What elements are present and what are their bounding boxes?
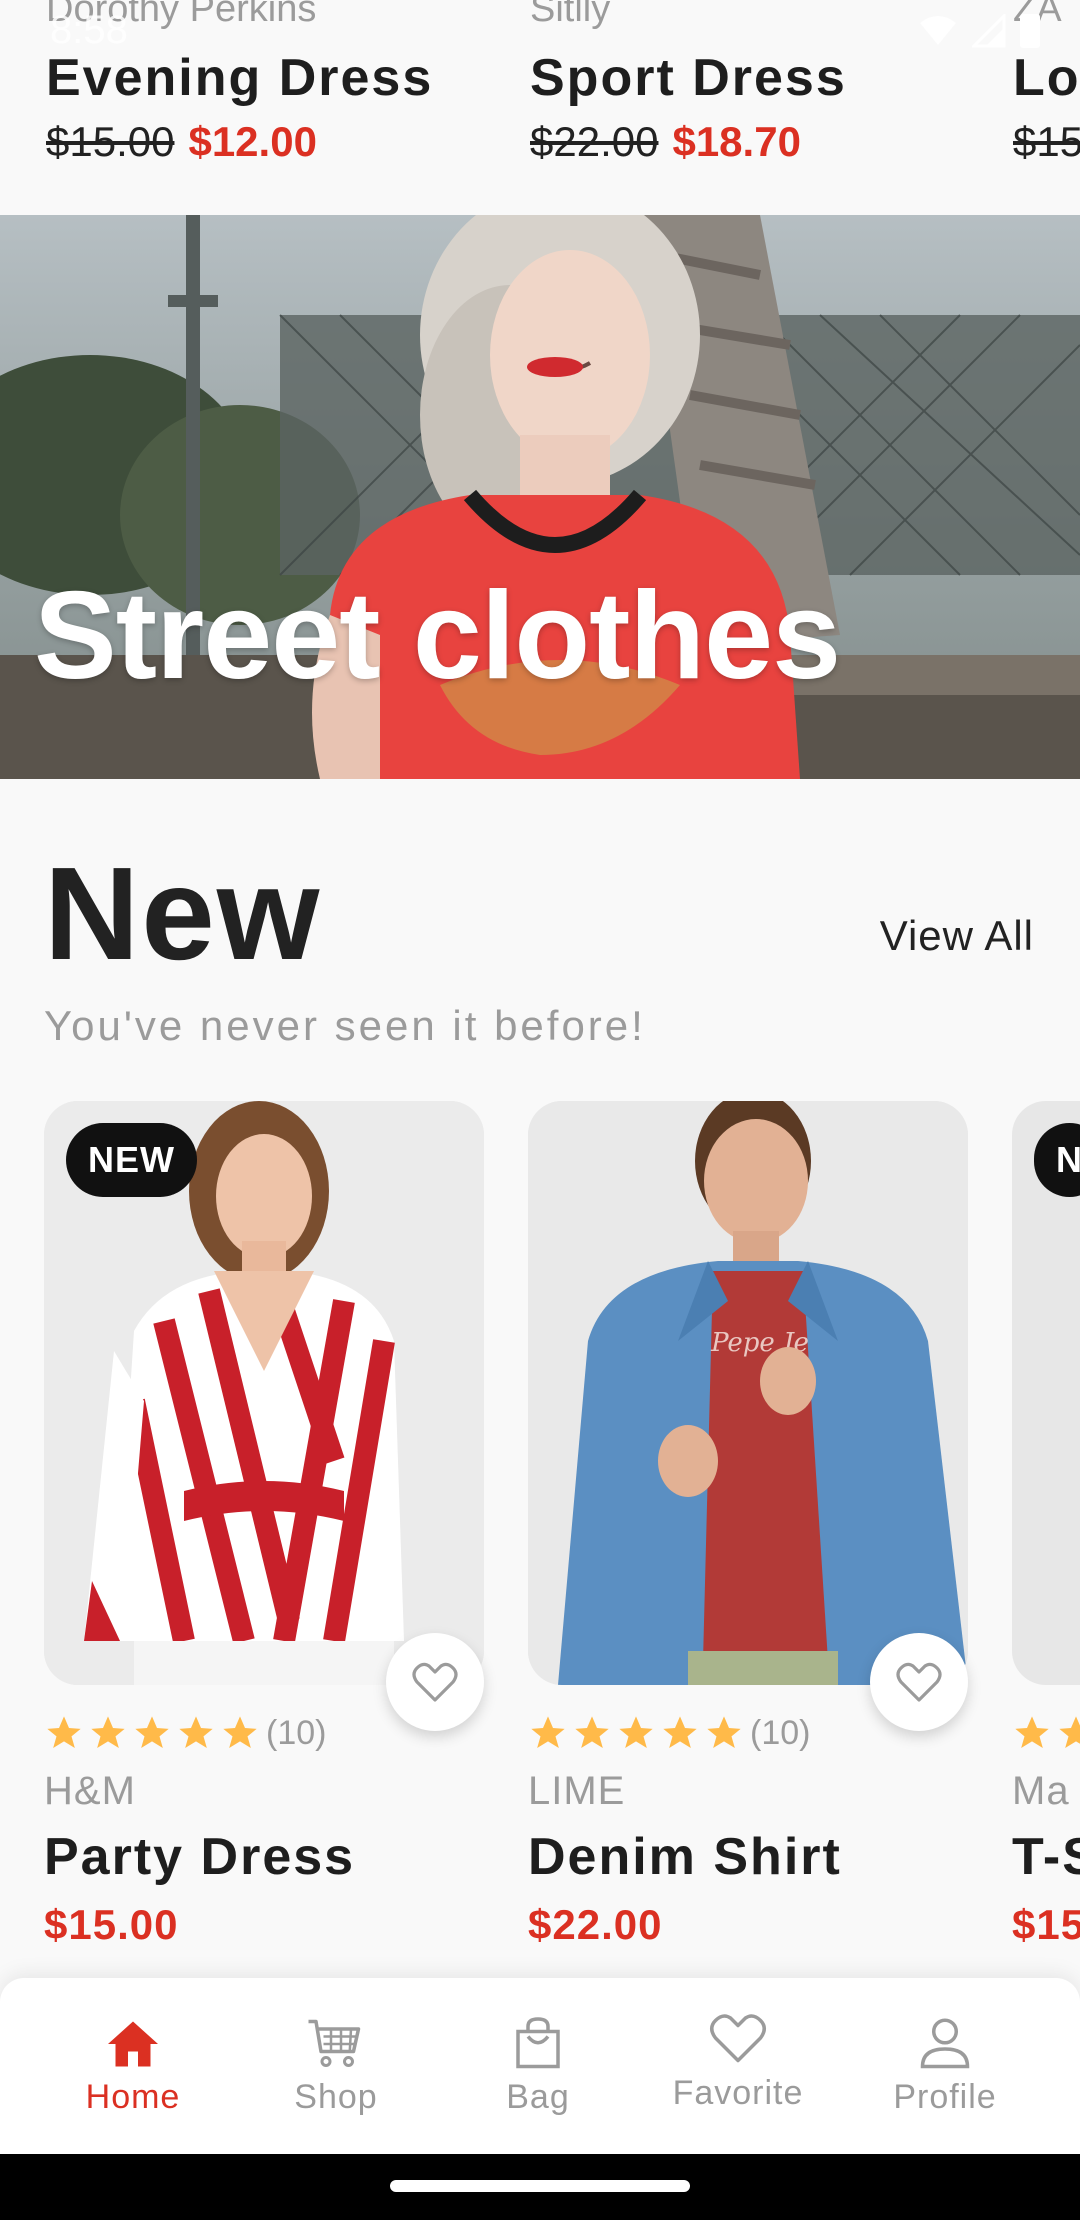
product-brand: LIME <box>528 1769 626 1813</box>
product-card[interactable]: Pepe Je (10) LIME Denim Shirt $22.00 <box>528 1101 968 1948</box>
sale-price: $12.00 <box>188 118 317 165</box>
favorite-button[interactable] <box>386 1633 484 1731</box>
rating-count: (10) <box>750 1713 811 1752</box>
bag-icon <box>516 2017 560 2069</box>
product-image[interactable]: NEW <box>44 1101 484 1685</box>
product-card[interactable]: N Ma T-S $15 <box>1012 1101 1080 1948</box>
heart-icon <box>710 2014 766 2063</box>
product-brand: H&M <box>44 1769 136 1813</box>
product-photo: Pepe Je <box>528 1101 968 1685</box>
nav-label: Shop <box>294 2078 378 2116</box>
home-icon <box>108 2021 158 2067</box>
battery-icon <box>1020 14 1040 48</box>
star-icon <box>1015 1716 1049 1748</box>
star-icon <box>663 1716 697 1748</box>
star-icon <box>707 1716 741 1748</box>
favorite-button[interactable] <box>870 1633 968 1731</box>
star-icon <box>135 1716 169 1748</box>
heart-icon <box>896 1662 942 1702</box>
home-screen: Dorothy Perkins Evening Dress $15.00 $12.… <box>0 0 1080 2220</box>
home-gesture-handle[interactable] <box>390 2180 690 2192</box>
new-badge: N <box>1034 1123 1080 1197</box>
star-icon <box>1059 1716 1080 1748</box>
nav-label: Bag <box>506 2078 570 2116</box>
old-price: $15 <box>1013 118 1080 165</box>
product-price: $15 <box>1012 1901 1080 1948</box>
product-price: $15.00 <box>44 1901 179 1948</box>
heart-icon <box>412 1662 458 1702</box>
status-bar: 8:58 <box>0 0 1080 60</box>
view-all-link[interactable]: View All <box>880 912 1034 960</box>
star-icon <box>531 1716 565 1748</box>
star-icon <box>179 1716 213 1748</box>
product-card[interactable]: NEW (10) H&M Party Dress $15.00 <box>44 1101 484 1948</box>
new-badge: NEW <box>66 1123 197 1197</box>
nav-item-profile[interactable]: Profile <box>845 1978 1045 2154</box>
section-subtitle: You've never seen it before! <box>44 1002 646 1049</box>
street-clothes-banner[interactable]: Street clothes <box>0 215 1080 779</box>
old-price: $22.00 <box>530 118 659 165</box>
section-title: New <box>44 840 322 987</box>
sale-price: $18.70 <box>672 118 801 165</box>
nav-label: Home <box>85 2078 181 2116</box>
nav-item-shop[interactable]: Shop <box>236 1978 436 2154</box>
nav-label: Favorite <box>672 2074 804 2112</box>
product-price: $22.00 <box>528 1901 663 1948</box>
rating: (10) <box>528 1713 810 1753</box>
product-name: Party Dress <box>44 1828 356 1886</box>
rating: (10) <box>44 1713 326 1753</box>
star-icon <box>575 1716 609 1748</box>
status-time: 8:58 <box>50 8 128 52</box>
product-name: Denim Shirt <box>528 1828 842 1886</box>
banner-title: Street clothes <box>34 567 841 705</box>
product-image[interactable]: Pepe Je <box>528 1101 968 1685</box>
bottom-navigation: Home Shop Bag Favorite Profile <box>0 1978 1080 2154</box>
system-navigation-bar <box>0 2154 1080 2220</box>
status-icons <box>918 14 1040 48</box>
nav-item-home[interactable]: Home <box>33 1978 233 2154</box>
nav-item-bag[interactable]: Bag <box>438 1978 638 2154</box>
star-icon <box>47 1716 81 1748</box>
product-price: $22.00 $18.70 <box>530 118 801 166</box>
profile-icon <box>920 2018 970 2069</box>
wifi-icon <box>920 16 956 45</box>
product-image[interactable]: N <box>1012 1101 1080 1685</box>
star-icon <box>223 1716 257 1748</box>
rating-count: (10) <box>266 1713 327 1752</box>
nav-label: Profile <box>893 2078 997 2116</box>
product-name: T-S <box>1012 1828 1080 1886</box>
product-price: $15 <box>1013 118 1080 166</box>
nav-item-favorite[interactable]: Favorite <box>638 1978 838 2154</box>
rating <box>1012 1713 1080 1753</box>
star-icon <box>619 1716 653 1748</box>
old-price: $15.00 <box>46 118 175 165</box>
cart-icon <box>308 2019 361 2067</box>
product-brand: Ma <box>1012 1769 1070 1813</box>
product-price: $15.00 $12.00 <box>46 118 317 166</box>
star-icon <box>91 1716 125 1748</box>
signal-icon <box>972 14 1006 48</box>
